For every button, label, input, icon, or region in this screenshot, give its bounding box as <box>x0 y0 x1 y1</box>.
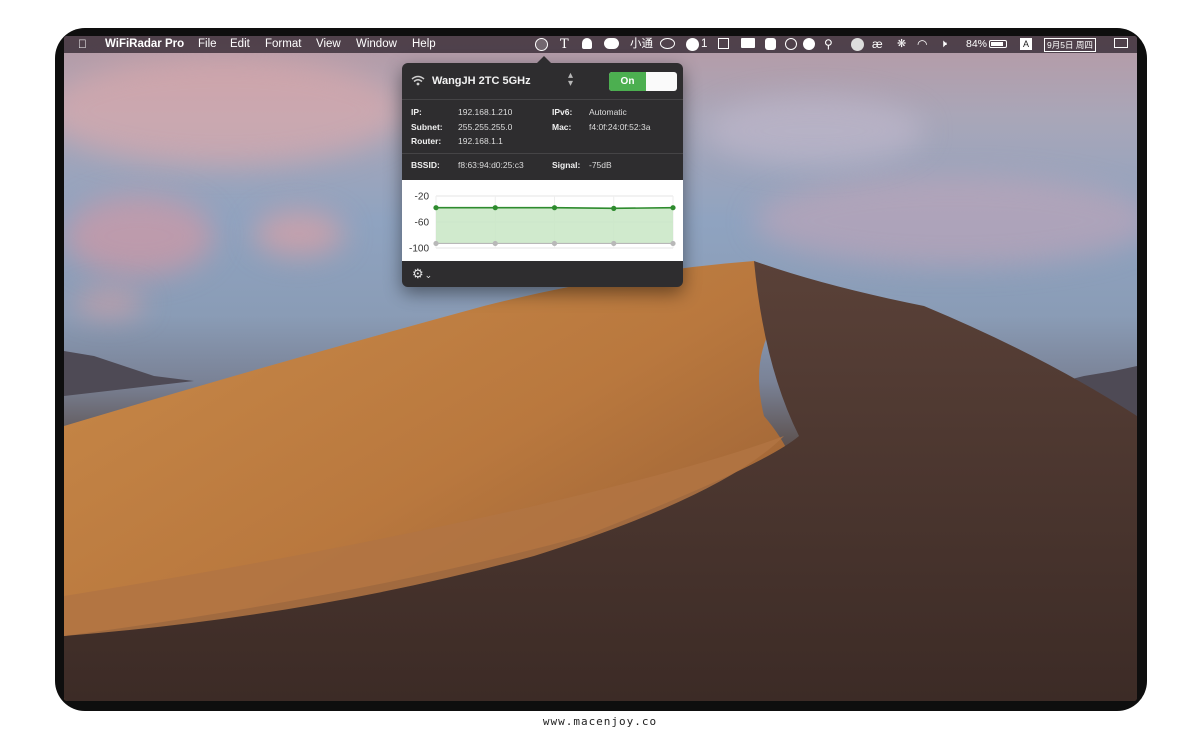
ip-label: IP: <box>411 107 422 117</box>
ip-value: 192.168.1.210 <box>458 107 513 117</box>
notion-icon[interactable] <box>803 38 815 50</box>
menu-bar:  WiFiRadar Pro File Edit Format View Wi… <box>64 36 1137 53</box>
search-icon[interactable]: ⚲ <box>824 36 833 53</box>
apple-icon[interactable]:  <box>78 36 87 53</box>
noise-point <box>492 240 498 247</box>
wifi-icon[interactable]: ◠ <box>917 36 927 53</box>
menu-window[interactable]: Window <box>356 36 397 53</box>
istat-icon[interactable] <box>686 38 699 51</box>
avatar-icon[interactable] <box>851 38 864 51</box>
router-value: 192.168.1.1 <box>458 136 503 146</box>
mac-label: Mac: <box>552 122 572 132</box>
y-tick-label: -60 <box>415 218 430 229</box>
signal-chart: -20 -60 -100 <box>409 192 676 255</box>
network-name: WangJH 2TC 5GHz <box>432 75 531 87</box>
bssid-label: BSSID: <box>411 160 440 170</box>
signal-point <box>492 205 498 211</box>
menu-file[interactable]: File <box>198 36 217 53</box>
divider <box>402 153 683 154</box>
ipv6-value: Automatic <box>589 107 627 117</box>
watermark: www.macenjoy.co <box>542 715 658 728</box>
battery-percent: 84% <box>966 38 988 50</box>
gear-icon: ⚙ <box>412 266 424 281</box>
y-tick-label: -20 <box>415 192 430 203</box>
router-label: Router: <box>411 136 442 146</box>
bell-icon[interactable] <box>582 38 592 49</box>
network-selector-icon[interactable]: ▴ ▾ <box>568 71 573 89</box>
airplay-icon[interactable] <box>1114 38 1128 48</box>
vpn-icon[interactable] <box>785 38 797 50</box>
toggle-on-label: On <box>609 72 646 91</box>
status-count[interactable]: 1 <box>701 36 707 53</box>
signal-point <box>611 205 617 211</box>
signal-graph: -20 -60 -100 <box>402 180 683 261</box>
menu-format[interactable]: Format <box>265 36 301 53</box>
battery-icon[interactable] <box>989 40 1007 48</box>
wifi-toggle[interactable]: On <box>609 72 677 91</box>
signal-point <box>670 205 676 211</box>
divider <box>402 99 683 100</box>
chevron-down-icon: ⌄ <box>424 270 433 280</box>
signal-point <box>433 205 439 211</box>
y-tick-label: -100 <box>409 244 429 255</box>
wechat-icon[interactable] <box>604 38 619 49</box>
text-icon[interactable]: T <box>560 36 569 53</box>
date-display[interactable]: 9月5日 周四 <box>1044 38 1096 52</box>
volume-icon[interactable]: 🕨 <box>940 36 947 53</box>
wifiradar-status-icon[interactable] <box>535 38 548 51</box>
menu-edit[interactable]: Edit <box>230 36 250 53</box>
bssid-value: f8:63:94:d0:25:c3 <box>458 160 524 170</box>
app-menu[interactable]: WiFiRadar Pro <box>105 36 184 53</box>
noise-point <box>551 240 558 247</box>
menu-view[interactable]: View <box>316 36 341 53</box>
screenflow-icon[interactable] <box>718 38 729 49</box>
settings-menu-button[interactable]: ⚙⌄ <box>412 266 432 282</box>
signal-value: -75dB <box>589 160 612 170</box>
noise-point <box>433 240 439 247</box>
shield-icon[interactable] <box>765 38 776 50</box>
desktop-screen:  WiFiRadar Pro File Edit Format View Wi… <box>64 36 1137 701</box>
creative-cloud-icon[interactable] <box>660 38 675 49</box>
noise-point <box>611 240 617 247</box>
input-source[interactable]: A <box>1020 38 1032 50</box>
subnet-value: 255.255.255.0 <box>458 122 513 132</box>
gear-status-icon[interactable]: ❋ <box>897 36 906 53</box>
popup-notch <box>536 56 552 64</box>
ipv6-label: IPv6: <box>552 107 573 117</box>
display-icon[interactable] <box>741 38 755 48</box>
signal-point <box>551 205 558 211</box>
wifi-popup: WangJH 2TC 5GHz ▴ ▾ On IP: 192.168.1.210 … <box>402 56 683 287</box>
signal-label: Signal: <box>552 160 581 170</box>
ae-icon[interactable]: æ <box>872 36 883 53</box>
signal-area <box>436 207 673 244</box>
menu-help[interactable]: Help <box>412 36 436 53</box>
subnet-label: Subnet: <box>411 122 443 132</box>
wifi-signal-icon <box>411 75 425 86</box>
status-xiaotong[interactable]: 小通 <box>630 36 653 53</box>
mac-value: f4:0f:24:0f:52:3a <box>589 122 651 132</box>
noise-point <box>670 240 676 247</box>
